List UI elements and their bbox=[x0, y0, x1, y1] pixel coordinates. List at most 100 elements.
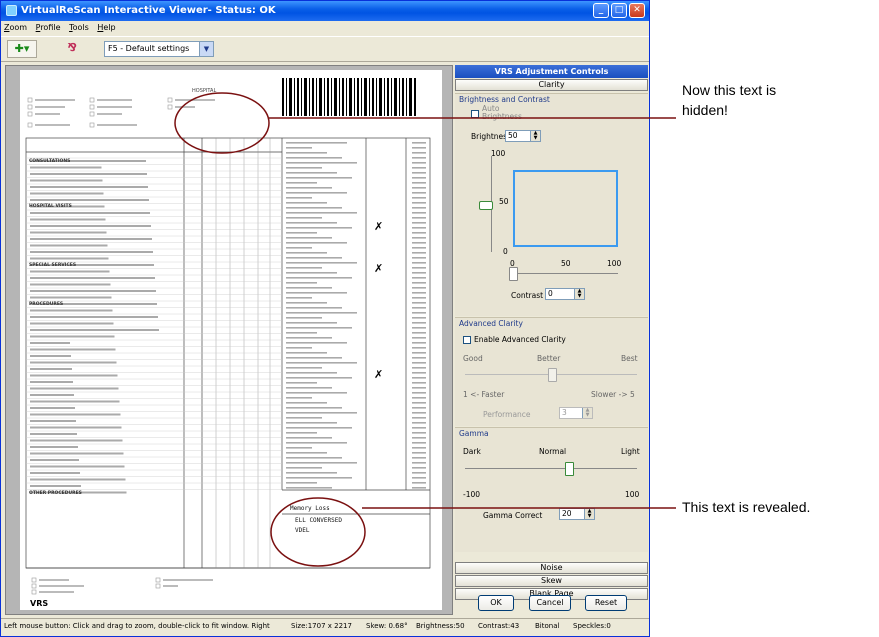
form-row-text bbox=[30, 478, 126, 481]
code-row-value bbox=[412, 397, 426, 399]
brightness-spinner[interactable]: 50 ▲ ▼ bbox=[505, 130, 541, 142]
code-row-value bbox=[412, 427, 426, 429]
code-row-value bbox=[412, 252, 426, 254]
code-row-text bbox=[286, 332, 317, 334]
auto-brightness-checkbox[interactable] bbox=[471, 110, 479, 118]
clarity-tab[interactable]: Clarity bbox=[455, 79, 648, 91]
menu-help[interactable]: Help bbox=[94, 21, 118, 35]
code-row-text bbox=[286, 457, 342, 459]
noise-button[interactable]: Noise bbox=[455, 562, 648, 574]
menu-zoom[interactable]: Zoom bbox=[1, 21, 30, 35]
code-row-text bbox=[286, 462, 357, 464]
code-row-value bbox=[412, 312, 426, 314]
code-row-text bbox=[286, 487, 332, 489]
vrs-profile-icon[interactable]: ⅋ bbox=[57, 40, 87, 58]
code-row-text bbox=[286, 417, 322, 419]
spinner-arrows-icon[interactable]: ▲ ▼ bbox=[530, 131, 540, 141]
code-row-text bbox=[286, 367, 322, 369]
close-button[interactable]: ✕ bbox=[629, 3, 645, 18]
cancel-button[interactable]: Cancel bbox=[529, 595, 571, 611]
status-size: Size:1707 x 2217 bbox=[291, 622, 352, 630]
code-row-text bbox=[286, 342, 347, 344]
zoom-fit-icon[interactable]: ✚▾ bbox=[7, 40, 37, 58]
scanned-document: HOSPITAL CONSULTATIONS HOSPITAL VISITS S… bbox=[20, 70, 442, 610]
code-row-value bbox=[412, 237, 426, 239]
spinner-arrows-icon[interactable]: ▲ ▼ bbox=[584, 509, 594, 519]
performance-value: 3 bbox=[562, 408, 567, 417]
code-row-value bbox=[412, 147, 426, 149]
menu-profile[interactable]: Profile bbox=[33, 21, 64, 35]
code-row-text bbox=[286, 422, 337, 424]
clarity-slider-thumb[interactable] bbox=[548, 368, 557, 382]
code-row-value bbox=[412, 272, 426, 274]
gamma-slider-thumb[interactable] bbox=[565, 462, 575, 476]
code-row-text bbox=[286, 267, 322, 269]
code-row-text bbox=[286, 412, 357, 414]
code-row-text bbox=[286, 142, 347, 144]
code-row-value bbox=[412, 487, 426, 489]
code-row-value bbox=[412, 372, 426, 374]
code-row-value bbox=[412, 382, 426, 384]
minimize-button[interactable]: _ bbox=[593, 3, 609, 18]
code-row-value bbox=[412, 357, 426, 359]
code-row-text bbox=[286, 222, 337, 224]
form-row-text bbox=[30, 446, 78, 448]
contrast-slider-thumb[interactable] bbox=[509, 267, 518, 281]
code-row-value bbox=[412, 207, 426, 209]
form-row-text bbox=[30, 433, 77, 435]
code-row-text bbox=[286, 322, 337, 324]
form-row-text bbox=[30, 465, 125, 468]
spinner-arrows-icon[interactable]: ▲ ▼ bbox=[582, 408, 592, 418]
code-row-value bbox=[412, 462, 426, 464]
code-row-text bbox=[286, 337, 332, 339]
form-row-text bbox=[30, 173, 147, 175]
maximize-button[interactable]: □ bbox=[611, 3, 627, 18]
code-row-value bbox=[412, 187, 426, 189]
annotation-revealed: This text is revealed. bbox=[682, 499, 811, 515]
form-row-text bbox=[30, 335, 115, 338]
code-row-text bbox=[286, 427, 352, 429]
gamma-slider-track bbox=[465, 468, 637, 469]
chevron-down-icon[interactable]: ▼ bbox=[199, 42, 213, 56]
form-row-text bbox=[30, 186, 148, 188]
spinner-arrows-icon[interactable]: ▲ ▼ bbox=[574, 289, 584, 299]
code-row-text bbox=[286, 167, 322, 169]
profile-select[interactable]: F5 - Default settings ▼ bbox=[104, 41, 214, 57]
x-mark: ✗ bbox=[374, 368, 383, 381]
skew-button[interactable]: Skew bbox=[455, 575, 648, 587]
gamma-max-label: 100 bbox=[625, 490, 640, 499]
code-row-value bbox=[412, 247, 426, 249]
code-row-text bbox=[286, 382, 317, 384]
code-row-text bbox=[286, 432, 317, 434]
code-row-text bbox=[286, 387, 332, 389]
code-row-value bbox=[412, 232, 426, 234]
enable-advanced-label: Enable Advanced Clarity bbox=[474, 335, 566, 344]
code-row-value bbox=[412, 337, 426, 339]
performance-spinner[interactable]: 3 ▲ ▼ bbox=[559, 407, 593, 419]
advanced-clarity-title: Advanced Clarity bbox=[459, 319, 523, 328]
code-row-value bbox=[412, 322, 426, 324]
graph-x-50: 50 bbox=[561, 259, 571, 268]
menu-tools[interactable]: Tools bbox=[66, 21, 92, 35]
section-special-services: SPECIAL SERVICES bbox=[29, 262, 76, 268]
window-title: VirtualReScan Interactive Viewer- Status… bbox=[21, 5, 276, 16]
graph-x-100: 100 bbox=[607, 259, 622, 268]
code-row-text bbox=[286, 147, 312, 149]
title-bar[interactable]: VirtualReScan Interactive Viewer- Status… bbox=[1, 1, 649, 21]
form-row-text bbox=[30, 277, 155, 279]
brightness-slider-thumb[interactable] bbox=[479, 201, 493, 210]
enable-advanced-checkbox[interactable] bbox=[463, 336, 471, 344]
gamma-spinner[interactable]: 20 ▲ ▼ bbox=[559, 508, 595, 520]
reset-button[interactable]: Reset bbox=[585, 595, 627, 611]
contrast-spinner[interactable]: 0 ▲ ▼ bbox=[545, 288, 585, 300]
code-row-text bbox=[286, 157, 342, 159]
best-label: Best bbox=[621, 354, 638, 363]
code-row-text bbox=[286, 287, 332, 289]
form-row-text bbox=[30, 355, 71, 357]
form-row-text bbox=[30, 459, 79, 461]
document-viewer[interactable]: HOSPITAL CONSULTATIONS HOSPITAL VISITS S… bbox=[5, 65, 453, 615]
normal-label: Normal bbox=[539, 447, 567, 456]
ok-button[interactable]: OK bbox=[478, 595, 514, 611]
code-row-text bbox=[286, 312, 357, 314]
form-row-text bbox=[30, 329, 159, 331]
